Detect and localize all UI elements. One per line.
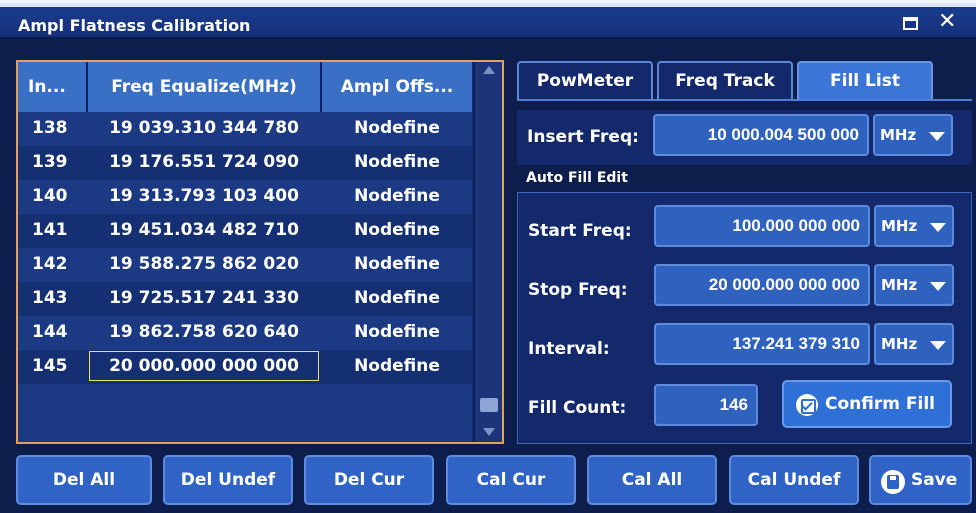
chevron-down-icon [930, 341, 946, 350]
stop-freq-input[interactable]: 20 000.000 000 000 [654, 264, 870, 306]
tab-freq-track[interactable]: Freq Track [657, 61, 793, 99]
cal-undef-button[interactable]: Cal Undef [729, 455, 859, 505]
row-frequency: 19 862.758 620 640 [109, 322, 299, 342]
fill-count-input[interactable]: 146 [654, 384, 758, 426]
table-row[interactable]: 144 19 862.758 620 640 Nodefine [18, 316, 472, 350]
row-index: 141 [32, 220, 68, 240]
row-index: 143 [32, 288, 68, 308]
row-index: 145 [32, 356, 68, 376]
table-row[interactable]: 138 19 039.310 344 780 Nodefine [18, 112, 472, 146]
table-row[interactable]: 143 19 725.517 241 330 Nodefine [18, 282, 472, 316]
row-ampl-offset: Nodefine [354, 288, 440, 308]
row-index: 140 [32, 186, 68, 206]
save-icon [881, 470, 905, 494]
column-header-frequency[interactable]: Freq Equalize(MHz) [88, 62, 320, 112]
row-frequency: 19 039.310 344 780 [109, 118, 299, 138]
confirm-fill-label: Confirm Fill [825, 394, 935, 414]
row-ampl-offset: Nodefine [354, 356, 440, 376]
auto-fill-title: Auto Fill Edit [526, 170, 628, 186]
row-ampl-offset: Nodefine [354, 152, 440, 172]
scroll-thumb[interactable] [480, 398, 498, 412]
table-row-empty [18, 384, 472, 442]
checkbox-icon [796, 394, 818, 416]
table-row[interactable]: 145 20 000.000 000 000 Nodefine [18, 350, 472, 384]
chevron-down-icon [930, 282, 946, 291]
row-frequency: 19 313.793 103 400 [109, 186, 299, 206]
stop-freq-unit-select[interactable]: MHz [874, 264, 954, 306]
unit-label: MHz [881, 217, 918, 235]
interval-input[interactable]: 137.241 379 310 [654, 323, 870, 365]
row-ampl-offset: Nodefine [354, 322, 440, 342]
tab-fill-list[interactable]: Fill List [797, 61, 933, 99]
row-ampl-offset: Nodefine [354, 118, 440, 138]
chevron-down-icon [930, 223, 946, 232]
cal-all-button[interactable]: Cal All [587, 455, 717, 505]
table-row[interactable]: 142 19 588.275 862 020 Nodefine [18, 248, 472, 282]
table-row[interactable]: 140 19 313.793 103 400 Nodefine [18, 180, 472, 214]
table-row[interactable]: 139 19 176.551 724 090 Nodefine [18, 146, 472, 180]
scroll-up-icon[interactable] [483, 66, 495, 74]
start-freq-label: Start Freq: [528, 221, 632, 241]
interval-label: Interval: [528, 339, 610, 359]
insert-freq-input[interactable]: 10 000.004 500 000 [653, 114, 869, 156]
row-index: 142 [32, 254, 68, 274]
row-frequency: 19 451.034 482 710 [109, 220, 299, 240]
row-frequency: 19 176.551 724 090 [109, 152, 299, 172]
table-row[interactable]: 141 19 451.034 482 710 Nodefine [18, 214, 472, 248]
start-freq-input[interactable]: 100.000 000 000 [654, 205, 870, 247]
row-ampl-offset: Nodefine [354, 220, 440, 240]
insert-freq-label: Insert Freq: [527, 127, 639, 147]
scroll-down-icon[interactable] [483, 428, 495, 436]
insert-freq-unit-select[interactable]: MHz [873, 114, 953, 156]
cal-cur-button[interactable]: Cal Cur [446, 455, 576, 505]
tab-underline [517, 99, 972, 101]
interval-unit-select[interactable]: MHz [874, 323, 954, 365]
column-header-index[interactable]: In... [18, 62, 86, 112]
save-label: Save [911, 470, 958, 490]
column-header-ampl-offset[interactable]: Ampl Offs... [322, 62, 472, 112]
confirm-fill-button[interactable]: Confirm Fill [782, 380, 952, 428]
start-freq-unit-select[interactable]: MHz [874, 205, 954, 247]
stop-freq-label: Stop Freq: [528, 280, 628, 300]
unit-label: MHz [881, 276, 918, 294]
row-ampl-offset: Nodefine [354, 254, 440, 274]
row-frequency: 19 588.275 862 020 [109, 254, 299, 274]
tab-powmeter[interactable]: PowMeter [517, 61, 653, 99]
insert-panel: Insert Freq: 10 000.004 500 000 MHz [517, 110, 972, 165]
del-cur-button[interactable]: Del Cur [304, 455, 434, 505]
table-scrollbar[interactable] [474, 62, 502, 442]
chevron-down-icon [929, 132, 945, 141]
unit-label: MHz [880, 126, 917, 144]
calibration-table: In... Freq Equalize(MHz) Ampl Offs... 13… [16, 60, 504, 444]
unit-label: MHz [881, 335, 918, 353]
row-index: 138 [32, 118, 68, 138]
save-button[interactable]: Save [869, 455, 972, 505]
row-frequency: 19 725.517 241 330 [109, 288, 299, 308]
del-undef-button[interactable]: Del Undef [163, 455, 293, 505]
row-index: 144 [32, 322, 68, 342]
row-ampl-offset: Nodefine [354, 186, 440, 206]
row-frequency-selected[interactable]: 20 000.000 000 000 [88, 350, 320, 382]
row-index: 139 [32, 152, 68, 172]
del-all-button[interactable]: Del All [16, 455, 152, 505]
fill-count-label: Fill Count: [528, 398, 627, 418]
